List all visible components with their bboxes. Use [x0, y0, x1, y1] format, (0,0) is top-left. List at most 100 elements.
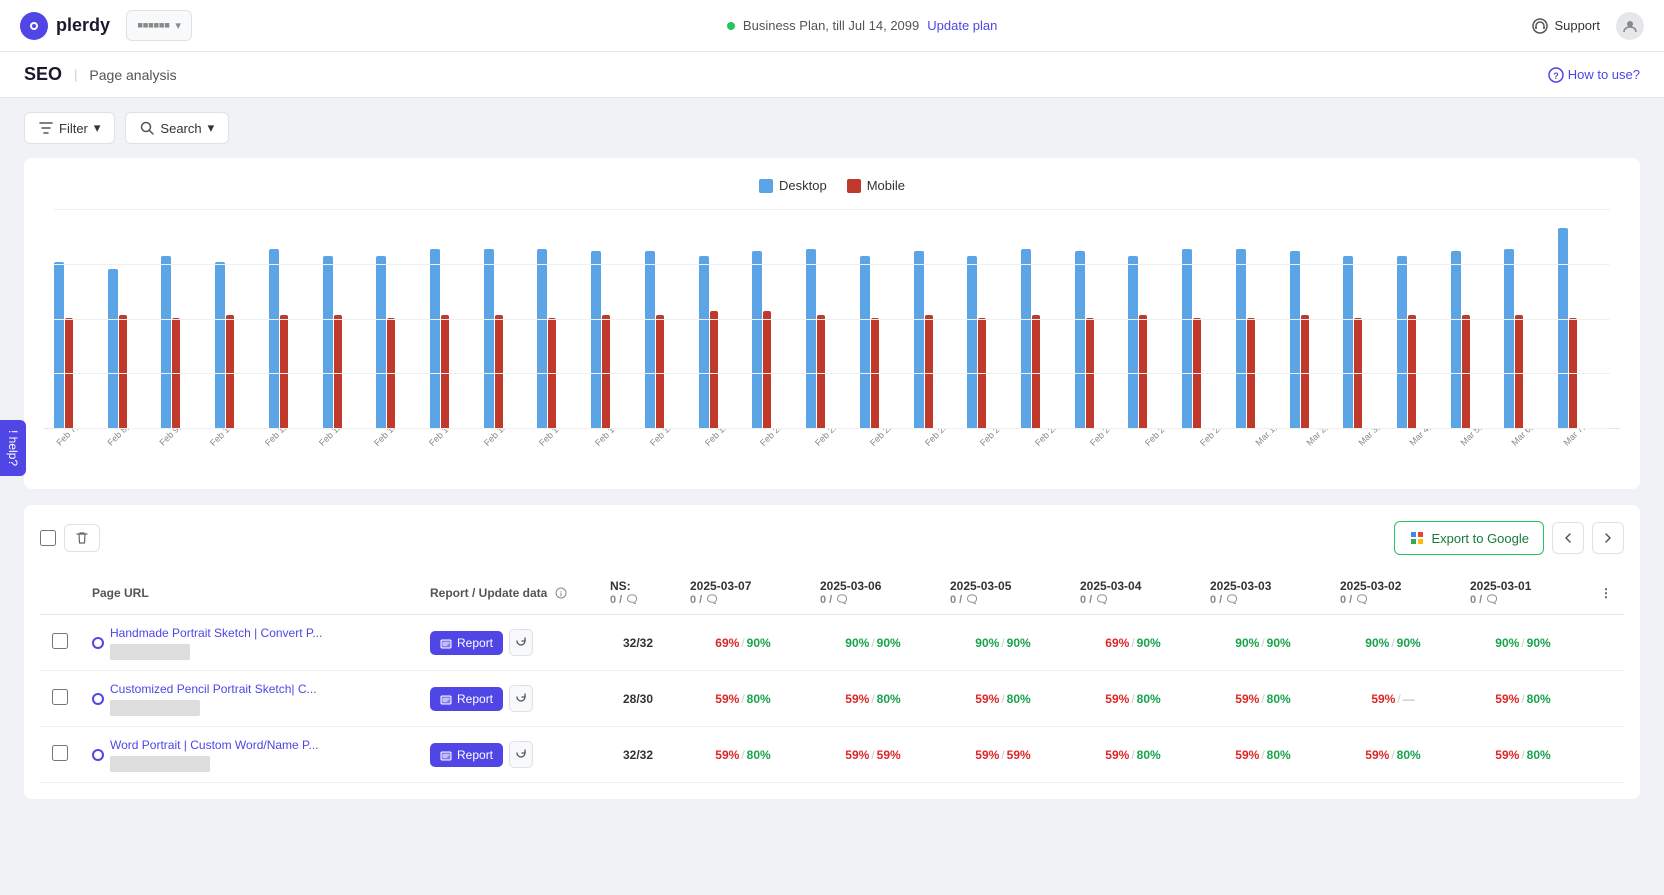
url-cell: Handmade Portrait Sketch | Convert P...	[80, 615, 418, 671]
desktop-bar	[645, 251, 655, 428]
table-toolbar-left	[40, 524, 100, 552]
chart-date-label: Feb 12, 2025	[317, 429, 362, 448]
report-btn-group: Report	[430, 685, 586, 712]
report-button[interactable]: Report	[430, 631, 503, 655]
search-button[interactable]: Search ▾	[125, 112, 229, 144]
search-label: Search	[160, 121, 201, 136]
bar-group	[860, 256, 912, 428]
prev-page-button[interactable]	[1552, 522, 1584, 554]
refresh-button[interactable]	[509, 685, 533, 712]
chart-date-label: Feb 20, 2025	[758, 429, 803, 448]
desktop-bar	[699, 256, 709, 428]
chart-date-label: Feb 27, 2025	[1143, 429, 1188, 448]
score-cell: 90%/90%	[1198, 615, 1328, 671]
chart-date-label: Feb 18, 2025	[648, 429, 693, 448]
help-bubble[interactable]: ! help?	[0, 419, 26, 475]
bar-group	[1236, 249, 1288, 428]
logo: plerdy	[20, 12, 110, 40]
plan-selector[interactable]: ▪▪▪▪▪▪ ▾	[126, 10, 192, 41]
score-cell: 59%/59%	[938, 727, 1068, 783]
how-to-use-link[interactable]: ? How to use?	[1548, 67, 1640, 83]
url-cell: Word Portrait | Custom Word/Name P...	[80, 727, 418, 783]
plan-text: Business Plan, till Jul 14, 2099	[743, 18, 919, 33]
desktop-bar	[806, 249, 816, 428]
mobile-bar	[1139, 315, 1147, 428]
ns-cell: 32/32	[598, 615, 678, 671]
row-checkbox[interactable]	[52, 689, 68, 705]
chart-date-label: Mar 1, 2025	[1253, 429, 1295, 448]
page-url-link[interactable]: Word Portrait | Custom Word/Name P...	[110, 738, 319, 752]
row-checkbox[interactable]	[52, 633, 68, 649]
desktop-bar	[591, 251, 601, 428]
svg-text:?: ?	[1553, 71, 1559, 81]
logo-text: plerdy	[56, 15, 110, 36]
bar-group	[215, 262, 267, 428]
desktop-bar	[54, 262, 64, 428]
mobile-bar	[226, 315, 234, 428]
url-indicator	[92, 693, 104, 705]
support-button[interactable]: Support	[1532, 18, 1600, 34]
chart-date-label: Feb 14, 2025	[427, 429, 472, 448]
desktop-bar	[1075, 251, 1085, 428]
desktop-bar	[752, 251, 762, 428]
row-checkbox[interactable]	[52, 745, 68, 761]
chart-legend: Desktop Mobile	[44, 178, 1620, 193]
score-cell: 59%/80%	[808, 671, 938, 727]
refresh-icon	[515, 691, 527, 703]
row-checkbox-cell	[40, 727, 80, 783]
topbar-right: Support	[1532, 12, 1644, 40]
mobile-bar	[1462, 315, 1470, 428]
update-plan-link[interactable]: Update plan	[927, 18, 997, 33]
plan-info: Business Plan, till Jul 14, 2099 Update …	[727, 18, 997, 33]
mobile-bar	[65, 318, 73, 428]
bar-group	[1075, 251, 1127, 428]
mobile-bar	[548, 318, 556, 428]
bar-group	[1128, 256, 1180, 428]
report-button[interactable]: Report	[430, 743, 503, 767]
mobile-bar	[495, 315, 503, 428]
filter-button[interactable]: Filter ▾	[24, 112, 115, 144]
th-page-url: Page URL	[80, 571, 418, 615]
report-button[interactable]: Report	[430, 687, 503, 711]
refresh-button[interactable]	[509, 629, 533, 656]
chart-container: Desktop Mobile	[24, 158, 1640, 489]
url-indicator	[92, 637, 104, 649]
refresh-button[interactable]	[509, 741, 533, 768]
next-page-button[interactable]	[1592, 522, 1624, 554]
mobile-bar	[280, 315, 288, 428]
desktop-bar	[1397, 256, 1407, 428]
bar-group	[1504, 249, 1556, 428]
score-cell: 59%/80%	[1068, 727, 1198, 783]
page-url-link[interactable]: Handmade Portrait Sketch | Convert P...	[110, 626, 322, 640]
help-label: ! help?	[6, 429, 20, 465]
row-checkbox-cell	[40, 615, 80, 671]
delete-button[interactable]	[64, 524, 100, 552]
bar-group	[1182, 249, 1234, 428]
bar-group	[161, 256, 213, 428]
user-avatar[interactable]	[1616, 12, 1644, 40]
table-toolbar: Export to Google	[40, 521, 1624, 555]
legend-mobile: Mobile	[847, 178, 905, 193]
report-icon	[440, 637, 452, 649]
bar-group	[967, 256, 1019, 428]
bar-group	[1451, 251, 1503, 428]
chart-labels: Feb 7, 2025Feb 8, 2025Feb 9, 2025Feb 10,…	[44, 429, 1620, 451]
chart-date-label: Feb 15, 2025	[482, 429, 527, 448]
desktop-bar	[108, 269, 118, 428]
mobile-bar	[978, 318, 986, 428]
page-url-link[interactable]: Customized Pencil Portrait Sketch| C...	[110, 682, 317, 696]
bar-group	[54, 262, 106, 428]
mobile-bar	[871, 318, 879, 428]
how-to-use-label: How to use?	[1568, 67, 1640, 82]
chart-date-label: Mar 4, 2025	[1407, 429, 1449, 448]
desktop-bar	[1021, 249, 1031, 428]
report-btn-group: Report	[430, 741, 586, 768]
svg-text:i: i	[560, 592, 562, 599]
desktop-bar	[1236, 249, 1246, 428]
divider: |	[74, 67, 77, 82]
google-icon	[1409, 530, 1425, 546]
export-google-button[interactable]: Export to Google	[1394, 521, 1544, 555]
master-checkbox[interactable]	[40, 530, 56, 546]
support-label: Support	[1554, 18, 1600, 33]
bar-group	[699, 256, 751, 428]
